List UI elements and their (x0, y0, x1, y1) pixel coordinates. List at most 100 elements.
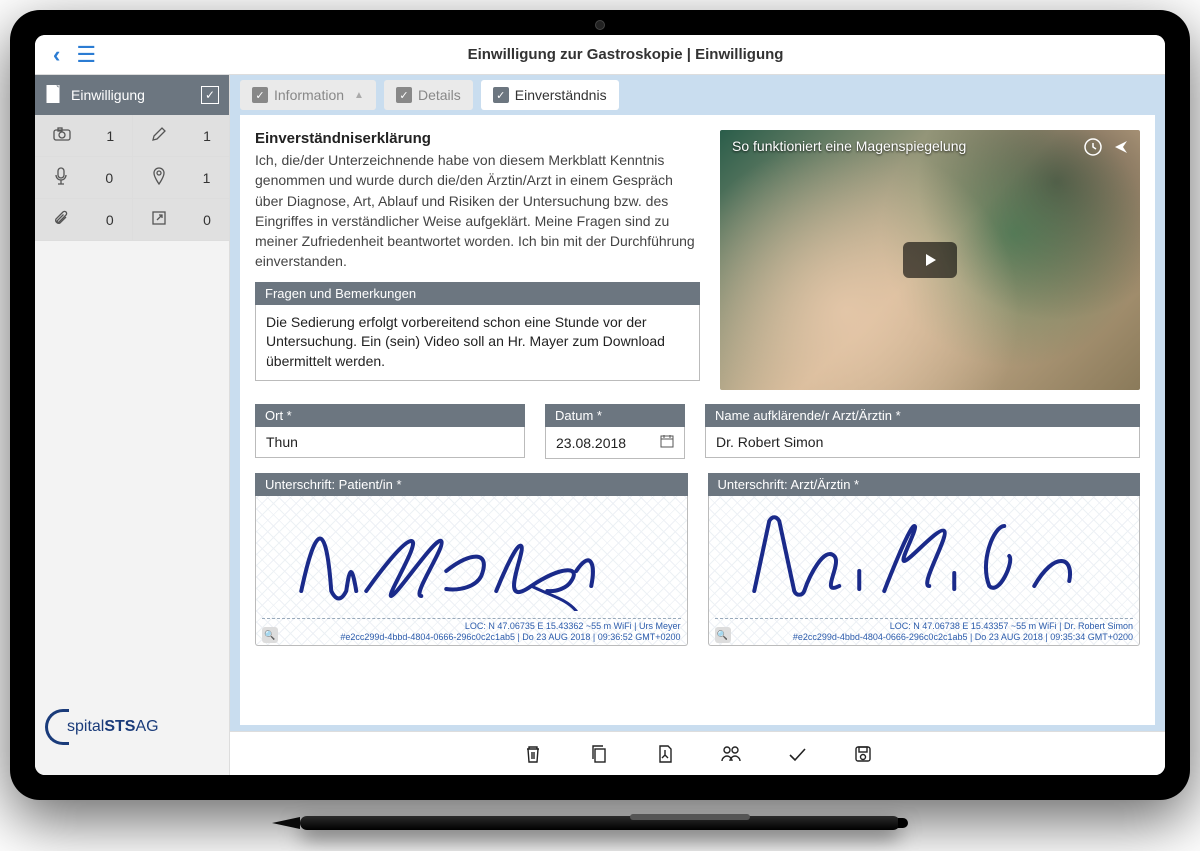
camera-icon (53, 127, 71, 144)
logo-text-suffix: AG (135, 718, 158, 736)
page-title: Einwilligung zur Gastroskopie | Einwilli… (96, 46, 1155, 63)
watch-later-icon[interactable] (1084, 138, 1102, 161)
sidebar: Einwilligung ✓ 1 1 (35, 75, 230, 775)
video-player[interactable]: So funktioniert eine Magenspiegelung (720, 130, 1140, 390)
datum-label: Datum * (545, 404, 685, 427)
app-header: ‹ ☰ Einwilligung zur Gastroskopie | Einw… (35, 35, 1165, 75)
check-icon: ✓ (493, 87, 509, 103)
app-screen: ‹ ☰ Einwilligung zur Gastroskopie | Einw… (35, 35, 1165, 775)
signature-doctor-meta: 🔍 LOC: N 47.06738 E 15.43357 ~55 m WiFi … (715, 618, 1134, 643)
sig-meta-line1: LOC: N 47.06735 E 15.43362 ~55 m WiFi | … (284, 621, 681, 632)
external-link-icon (151, 210, 167, 229)
form-area: Einverständniserklärung Ich, die/der Unt… (240, 115, 1155, 725)
signature-doctor: Unterschrift: Arzt/Ärztin * 🔍 LOC: N 47.… (708, 473, 1141, 646)
pencil-icon (151, 126, 167, 145)
signature-patient-ink (266, 501, 677, 611)
check-icon: ✓ (396, 87, 412, 103)
counter-value: 1 (203, 128, 211, 144)
magnify-icon[interactable]: 🔍 (262, 627, 278, 643)
counter-edit[interactable]: 1 (132, 115, 229, 157)
field-arzt: Name aufklärende/r Arzt/Ärztin * Dr. Rob… (705, 404, 1140, 459)
remarks-textarea[interactable]: Die Sedierung erfolgt vorbereitend schon… (255, 305, 700, 381)
arzt-value: Dr. Robert Simon (716, 434, 823, 450)
tab-consent[interactable]: ✓ Einverständnis (481, 80, 619, 110)
logo-text-bold: STS (104, 718, 135, 736)
share-users-button[interactable] (718, 741, 744, 767)
counter-camera[interactable]: 1 (35, 115, 132, 157)
back-button[interactable]: ‹ (45, 38, 68, 72)
signature-patient: Unterschrift: Patient/in * 🔍 LOC: N 47 (255, 473, 688, 646)
counter-grid: 1 1 0 (35, 115, 229, 241)
counter-value: 1 (203, 170, 211, 186)
ort-input[interactable]: Thun (255, 427, 525, 458)
signature-doctor-label: Unterschrift: Arzt/Ärztin * (708, 473, 1141, 496)
fields-row: Ort * Thun Datum * 23.08.2018 (255, 404, 1140, 459)
signature-patient-meta: 🔍 LOC: N 47.06735 E 15.43362 ~55 m WiFi … (262, 618, 681, 643)
declaration-text: Ich, die/der Unterzeichnende habe von di… (255, 150, 700, 272)
datum-input[interactable]: 23.08.2018 (545, 427, 685, 459)
ort-label: Ort * (255, 404, 525, 427)
tablet-frame: ‹ ☰ Einwilligung zur Gastroskopie | Einw… (10, 10, 1190, 800)
logo-text: spital (67, 718, 104, 736)
document-icon (45, 85, 61, 106)
sidebar-check-icon: ✓ (201, 86, 219, 104)
ort-value: Thun (266, 434, 298, 450)
tab-details[interactable]: ✓ Details (384, 80, 473, 110)
tab-label: Einverständnis (515, 87, 607, 103)
tabs-bar: ✓ Information ▲ ✓ Details ✓ Einverständn… (230, 75, 1165, 115)
chevron-up-icon: ▲ (354, 90, 364, 101)
counter-mic[interactable]: 0 (35, 157, 132, 199)
sidebar-header[interactable]: Einwilligung ✓ (35, 75, 229, 115)
counter-value: 0 (106, 212, 114, 228)
tablet-camera (595, 20, 605, 30)
declaration-title: Einverständniserklärung (255, 130, 700, 147)
sig-meta-line2: #e2cc299d-4bbd-4804-0666-296c0c2c1ab5 | … (284, 632, 681, 643)
copy-button[interactable] (586, 741, 612, 767)
signature-doctor-ink (719, 501, 1130, 611)
counter-value: 1 (106, 128, 114, 144)
tab-label: Details (418, 87, 461, 103)
video-title: So funktioniert eine Magenspiegelung (732, 138, 966, 154)
arzt-label: Name aufklärende/r Arzt/Ärztin * (705, 404, 1140, 427)
signature-patient-label: Unterschrift: Patient/in * (255, 473, 688, 496)
signatures-row: Unterschrift: Patient/in * 🔍 LOC: N 47 (255, 473, 1140, 646)
hospital-logo: spital STS AG (45, 709, 219, 745)
app-body: Einwilligung ✓ 1 1 (35, 75, 1165, 775)
field-ort: Ort * Thun (255, 404, 525, 459)
play-button[interactable] (903, 242, 957, 278)
counter-value: 0 (105, 170, 113, 186)
stylus-pen (300, 816, 900, 830)
video-controls (1084, 138, 1130, 161)
calendar-icon[interactable] (660, 434, 674, 451)
paperclip-icon (53, 210, 69, 229)
declaration-column: Einverständniserklärung Ich, die/der Unt… (255, 130, 700, 390)
counter-link[interactable]: 0 (132, 199, 229, 241)
check-icon: ✓ (252, 87, 268, 103)
confirm-button[interactable] (784, 741, 810, 767)
signature-patient-pad[interactable]: 🔍 LOC: N 47.06735 E 15.43362 ~55 m WiFi … (255, 496, 688, 646)
bottom-toolbar (230, 731, 1165, 775)
logo-area: spital STS AG (35, 694, 229, 775)
logo-arc-icon (45, 709, 69, 745)
share-icon[interactable] (1112, 138, 1130, 161)
sig-meta-line1: LOC: N 47.06738 E 15.43357 ~55 m WiFi | … (737, 621, 1134, 632)
pdf-button[interactable] (652, 741, 678, 767)
counter-value: 0 (203, 212, 211, 228)
pin-icon (152, 167, 166, 188)
list-icon[interactable]: ☰ (76, 42, 96, 68)
remarks-label: Fragen und Bemerkungen (255, 282, 700, 305)
sig-meta-line2: #e2cc299d-4bbd-4804-0666-296c0c2c1ab5 | … (737, 632, 1134, 643)
counter-pin[interactable]: 1 (132, 157, 229, 199)
trash-button[interactable] (520, 741, 546, 767)
save-button[interactable] (850, 741, 876, 767)
declaration-row: Einverständniserklärung Ich, die/der Unt… (255, 130, 1140, 390)
counter-attach[interactable]: 0 (35, 199, 132, 241)
arzt-input[interactable]: Dr. Robert Simon (705, 427, 1140, 458)
signature-doctor-pad[interactable]: 🔍 LOC: N 47.06738 E 15.43357 ~55 m WiFi … (708, 496, 1141, 646)
magnify-icon[interactable]: 🔍 (715, 627, 731, 643)
tab-information[interactable]: ✓ Information ▲ (240, 80, 376, 110)
field-datum: Datum * 23.08.2018 (545, 404, 685, 459)
datum-value: 23.08.2018 (556, 435, 626, 451)
mic-icon (54, 167, 68, 188)
sidebar-label: Einwilligung (71, 87, 145, 103)
